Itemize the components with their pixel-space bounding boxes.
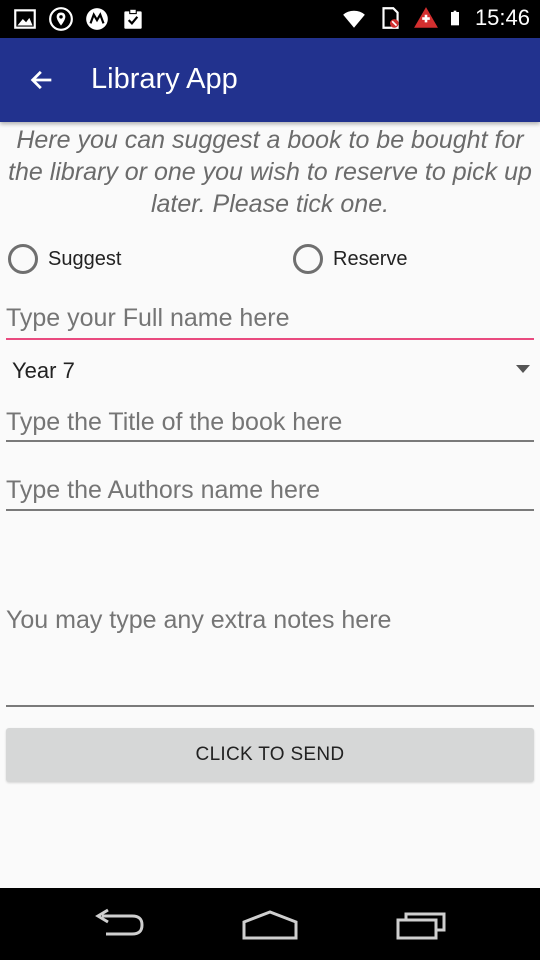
nav-recents-icon[interactable] [392, 904, 452, 944]
wifi-icon [343, 10, 365, 28]
notes-textarea[interactable] [6, 530, 534, 704]
navigation-bar [0, 888, 540, 960]
nav-home-icon[interactable] [240, 904, 300, 944]
full-name-input[interactable] [6, 302, 534, 334]
radio-suggest[interactable]: Suggest [8, 242, 121, 276]
battery-icon [450, 10, 459, 26]
notes-underline [6, 705, 534, 707]
arrow-back-icon[interactable] [28, 66, 56, 94]
motorola-icon [86, 8, 108, 30]
alert-icon [414, 7, 438, 28]
nav-back-icon[interactable] [90, 904, 150, 944]
year-spinner[interactable]: Year 7 [0, 350, 540, 390]
app-title: Library App [91, 63, 238, 95]
send-button[interactable]: CLICK TO SEND [6, 728, 534, 782]
status-left-icons [12, 6, 146, 32]
radio-label-reserve: Reserve [333, 247, 408, 270]
no-sim-icon [382, 7, 399, 29]
authors-input[interactable] [6, 474, 534, 506]
intro-text: Here you can suggest a book to be bought… [8, 126, 532, 218]
status-time: 15:46 [474, 5, 530, 30]
location-icon [49, 7, 73, 31]
radio-label-suggest: Suggest [48, 247, 122, 270]
radio-button-suggest[interactable] [8, 244, 38, 274]
image-icon [14, 9, 36, 29]
status-right-icons: 15:46 [341, 5, 530, 31]
radio-reserve[interactable]: Reserve [293, 242, 407, 276]
radio-button-reserve[interactable] [293, 244, 323, 274]
clipboard-check-icon [124, 8, 142, 29]
dropdown-arrow-icon [516, 365, 530, 373]
book-title-underline [6, 440, 534, 442]
full-name-underline [6, 338, 534, 340]
app-bar: Library App [0, 38, 540, 122]
status-bar: 15:46 [0, 0, 540, 38]
book-title-input[interactable] [6, 406, 534, 438]
authors-underline [6, 509, 534, 511]
year-selected-value: Year 7 [12, 358, 75, 383]
